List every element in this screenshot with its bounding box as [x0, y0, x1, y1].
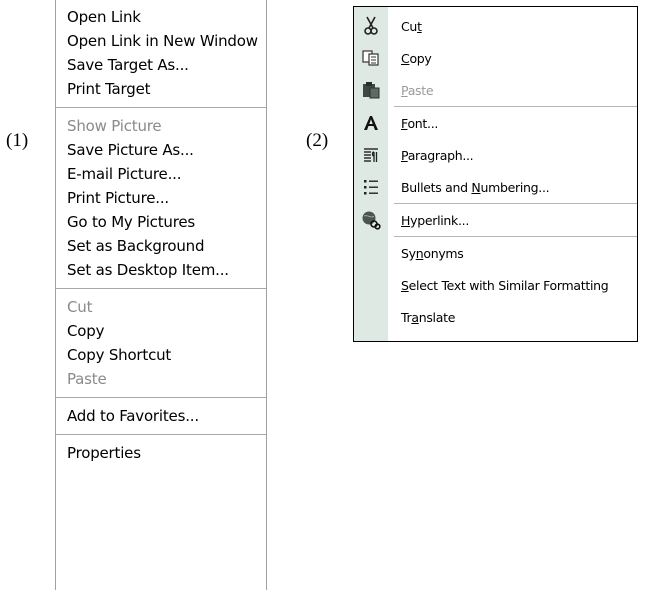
menu-item-label: Hyperlink... — [401, 212, 469, 228]
menu-item-save-picture-as[interactable]: Save Picture As... — [56, 138, 266, 162]
menu-item-properties[interactable]: Properties — [56, 441, 266, 465]
menu-item-label: Bullets and Numbering... — [401, 179, 550, 195]
menu-item-open-link[interactable]: Open Link — [56, 5, 266, 29]
menu-item-font[interactable]: Font... — [354, 107, 637, 139]
menu-separator — [56, 397, 266, 398]
menu-item-label: Paragraph... — [401, 147, 474, 163]
menu-item-cut[interactable]: Cut — [354, 10, 637, 42]
paste-icon — [354, 74, 388, 106]
menu-item-label: Translate — [401, 309, 456, 325]
editor-context-menu: Cut Copy Paste Font... Paragraph... Bull… — [353, 6, 638, 342]
menu-item-set-as-background[interactable]: Set as Background — [56, 234, 266, 258]
figure-label-1: (1) — [6, 130, 29, 151]
scissors-icon — [354, 10, 388, 42]
menu-item-label: Synonyms — [401, 245, 464, 261]
menu-item-paste[interactable]: Paste — [354, 74, 637, 106]
menu-item-cut[interactable]: Cut — [56, 295, 266, 319]
menu-item-label: Select Text with Similar Formatting — [401, 277, 609, 293]
menu-item-synonyms[interactable]: Synonyms — [354, 237, 637, 269]
bullets-icon — [354, 171, 388, 203]
menu-item-label: Cut — [401, 18, 422, 34]
menu-separator — [56, 107, 266, 108]
menu-item-save-target-as[interactable]: Save Target As... — [56, 53, 266, 77]
menu-separator — [56, 288, 266, 289]
copy-icon — [354, 42, 388, 74]
menu-item-hyperlink[interactable]: Hyperlink... — [354, 204, 637, 236]
menu-separator — [56, 434, 266, 435]
menu-item-label: Font... — [401, 115, 439, 131]
menu-item-go-to-my-pictures[interactable]: Go to My Pictures — [56, 210, 266, 234]
menu-item-set-as-desktop-item[interactable]: Set as Desktop Item... — [56, 258, 266, 282]
menu-item-print-target[interactable]: Print Target — [56, 77, 266, 101]
menu-group-picture: Show Picture Save Picture As... E-mail P… — [56, 114, 266, 282]
menu-item-copy[interactable]: Copy — [354, 42, 637, 74]
menu-item-print-picture[interactable]: Print Picture... — [56, 186, 266, 210]
menu-item-paste[interactable]: Paste — [56, 367, 266, 391]
menu-item-label: Paste — [401, 82, 434, 98]
figure-label-2: (2) — [306, 130, 329, 151]
menu-item-paragraph[interactable]: Paragraph... — [354, 139, 637, 171]
menu-item-email-picture[interactable]: E-mail Picture... — [56, 162, 266, 186]
menu-group-properties: Properties — [56, 441, 266, 465]
menu-group-clipboard: Cut Copy Copy Shortcut Paste — [56, 295, 266, 391]
menu-group-link: Open Link Open Link in New Window Save T… — [56, 0, 266, 101]
browser-context-menu: Open Link Open Link in New Window Save T… — [55, 0, 267, 590]
hyperlink-icon — [354, 204, 388, 236]
menu-item-show-picture[interactable]: Show Picture — [56, 114, 266, 138]
menu-item-select-similar-formatting[interactable]: Select Text with Similar Formatting — [354, 269, 637, 301]
menu-item-copy[interactable]: Copy — [56, 319, 266, 343]
menu-item-label: Copy — [401, 50, 432, 66]
menu-item-open-link-new-window[interactable]: Open Link in New Window — [56, 29, 266, 53]
paragraph-icon — [354, 139, 388, 171]
font-icon — [354, 107, 388, 139]
menu-item-copy-shortcut[interactable]: Copy Shortcut — [56, 343, 266, 367]
menu-item-bullets-and-numbering[interactable]: Bullets and Numbering... — [354, 171, 637, 203]
menu-item-translate[interactable]: Translate — [354, 301, 637, 333]
menu-item-add-to-favorites[interactable]: Add to Favorites... — [56, 404, 266, 428]
menu-group-favorites: Add to Favorites... — [56, 404, 266, 428]
